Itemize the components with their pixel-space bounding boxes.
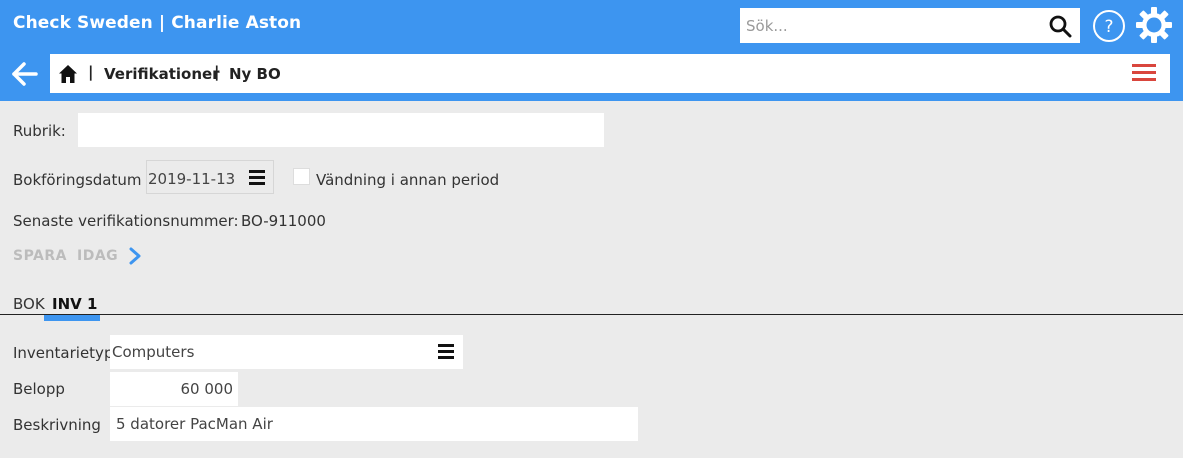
- today-button[interactable]: IDAG: [77, 248, 118, 264]
- active-tab-indicator: [44, 315, 100, 321]
- help-icon[interactable]: ?: [1092, 9, 1126, 43]
- description-label: Beskrivning: [13, 416, 101, 434]
- breadcrumb-separator: |: [214, 63, 220, 81]
- last-number-value: BO-911000: [241, 212, 326, 230]
- reversal-label: Vändning i annan period: [316, 171, 500, 189]
- date-field[interactable]: 2019-11-13: [146, 160, 274, 194]
- tab-divider: [0, 314, 1183, 315]
- top-bar: Check Sweden | Charlie Aston ?: [0, 0, 1183, 101]
- gear-icon[interactable]: [1135, 6, 1173, 44]
- date-label: Bokföringsdatum: [13, 171, 142, 189]
- breadcrumb-item-verifikationer[interactable]: Verifikationer: [104, 65, 220, 83]
- breadcrumb-separator: |: [88, 63, 94, 81]
- save-button[interactable]: SPARA: [13, 248, 67, 264]
- reversal-checkbox[interactable]: [293, 168, 310, 185]
- search-input[interactable]: [746, 8, 1036, 43]
- search-box[interactable]: [740, 8, 1080, 43]
- home-icon[interactable]: [58, 64, 78, 84]
- chevron-right-icon[interactable]: [128, 247, 142, 265]
- amount-input[interactable]: 60 000: [110, 372, 238, 406]
- inventory-type-select[interactable]: Computers: [110, 335, 463, 369]
- hamburger-menu-icon[interactable]: [1132, 64, 1156, 83]
- back-arrow-icon[interactable]: [10, 59, 40, 89]
- rubrik-label: Rubrik:: [13, 122, 66, 140]
- description-value: 5 datorer PacMan Air: [116, 415, 273, 433]
- description-input[interactable]: 5 datorer PacMan Air: [110, 407, 638, 441]
- rubrik-input[interactable]: [78, 113, 604, 147]
- search-icon[interactable]: [1048, 14, 1072, 38]
- svg-text:?: ?: [1104, 17, 1113, 37]
- app-title: Check Sweden | Charlie Aston: [13, 13, 302, 33]
- calendar-list-icon[interactable]: [249, 170, 265, 186]
- breadcrumb: | Verifikationer | Ny BO: [50, 54, 1170, 93]
- tab-bok[interactable]: BOK: [13, 295, 45, 313]
- amount-label: Belopp: [13, 380, 65, 398]
- list-select-icon[interactable]: [438, 344, 454, 360]
- last-number-label: Senaste verifikationsnummer:: [13, 212, 239, 230]
- breadcrumb-item-current: Ny BO: [229, 65, 281, 83]
- amount-value: 60 000: [180, 380, 234, 398]
- tab-inv-1[interactable]: INV 1: [52, 295, 97, 313]
- date-value: 2019-11-13: [148, 170, 236, 188]
- inventory-type-label: Inventarietyp: [13, 344, 114, 362]
- inventory-type-value: Computers: [112, 343, 195, 361]
